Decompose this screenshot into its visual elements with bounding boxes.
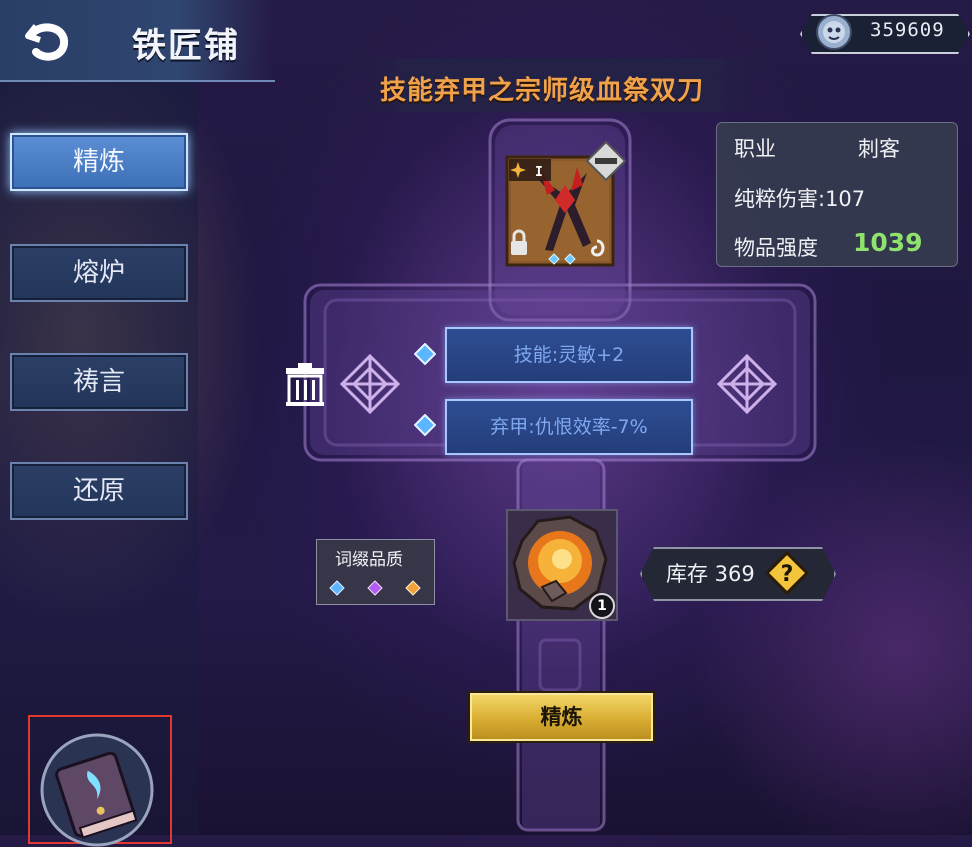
tab-restore[interactable]: 还原: [10, 462, 188, 520]
spellbook-icon[interactable]: [40, 733, 154, 847]
class-label: 职业: [734, 137, 776, 161]
stock-label: 库存 369: [666, 562, 755, 586]
rank-label: I: [535, 165, 543, 180]
spirit-currency-icon: [816, 14, 852, 50]
damage-stat: 纯粹伤害:107: [734, 187, 866, 211]
tab-refine[interactable]: 精炼: [10, 133, 188, 191]
header-bar: 铁匠铺: [0, 0, 275, 82]
power-label: 物品强度: [734, 236, 818, 260]
affix-gem-icon: [414, 414, 436, 436]
purple-gem-icon: [367, 580, 383, 596]
affix-row[interactable]: 技能:灵敏+2: [445, 327, 693, 383]
material-count-badge: 1: [589, 593, 615, 619]
rune-ornament-icon: [339, 353, 401, 415]
item-name: 技能弃甲之宗师级血祭双刀: [380, 76, 705, 106]
refine-button[interactable]: 精炼: [468, 691, 655, 743]
currency-value: 359609: [870, 19, 945, 41]
affix-quality-label: 词缀品质: [335, 550, 403, 570]
remove-item-button[interactable]: [585, 140, 627, 182]
orange-gem-icon: [405, 580, 421, 596]
rune-ornament-icon: [716, 353, 778, 415]
help-icon[interactable]: ?: [765, 551, 809, 595]
rank-star-icon: [509, 159, 551, 181]
back-arrow-icon[interactable]: [22, 12, 74, 64]
trash-icon[interactable]: [282, 362, 328, 408]
affix-row[interactable]: 弃甲:仇恨效率-7%: [445, 399, 693, 455]
tab-furnace[interactable]: 熔炉: [10, 244, 188, 302]
page-title: 铁匠铺: [132, 26, 240, 66]
tab-prayer[interactable]: 祷言: [10, 353, 188, 411]
affix-gem-icon: [414, 343, 436, 365]
svg-text:?: ?: [781, 562, 794, 587]
blue-gem-icon: [329, 580, 345, 596]
power-value: 1039: [853, 228, 923, 257]
class-value: 刺客: [858, 137, 900, 161]
